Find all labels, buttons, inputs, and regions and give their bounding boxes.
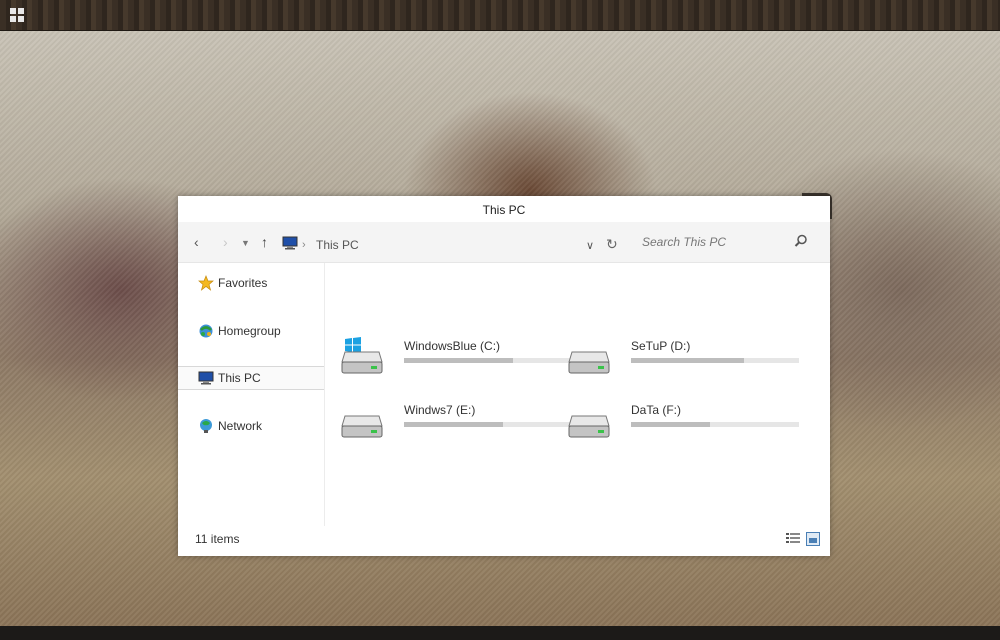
hard-drive-icon	[341, 351, 383, 374]
search-icon[interactable]	[794, 234, 808, 248]
homegroup-icon	[199, 324, 213, 338]
computer-icon	[282, 236, 298, 250]
sidebar-item-favorites[interactable]: Favorites	[178, 272, 324, 294]
large-icons-view-icon[interactable]	[806, 532, 820, 546]
star-icon	[198, 275, 214, 291]
sidebar-item-this-pc[interactable]: This PC	[178, 366, 324, 390]
sidebar-item-homegroup[interactable]: Homegroup	[178, 320, 324, 342]
breadcrumb[interactable]: This PC	[316, 238, 359, 252]
hard-drive-icon	[341, 415, 383, 438]
window-title: This PC	[482, 203, 526, 217]
item-count: 11 items	[195, 532, 240, 546]
forward-arrow-icon[interactable]: ›	[223, 234, 228, 250]
drive-label: WindowsBlue (C:)	[404, 339, 501, 353]
sidebar-item-label: This PC	[218, 371, 261, 385]
drive-item[interactable]: Windws7 (E:)	[341, 400, 572, 450]
computer-icon	[198, 371, 214, 385]
navigation-pane: Favorites Homegroup This PC Network	[178, 263, 325, 526]
drive-label: Windws7 (E:)	[404, 403, 476, 417]
drive-label: DaTa (F:)	[631, 403, 682, 417]
back-arrow-icon[interactable]: ‹	[194, 234, 199, 250]
hard-drive-icon	[568, 415, 610, 438]
drive-item[interactable]: SeTuP (D:)	[568, 336, 799, 386]
drive-usage-bar	[631, 422, 799, 427]
explorer-window: This PC ‹ › ▼ ↑ › This PC ∨ ↻ Favorites	[178, 196, 830, 556]
title-bar[interactable]: This PC	[178, 196, 830, 222]
sidebar-item-label: Homegroup	[218, 324, 281, 338]
bottom-taskbar	[0, 626, 1000, 640]
drive-usage-bar	[404, 422, 572, 427]
taskbar	[0, 0, 1000, 31]
start-button-icon[interactable]	[10, 8, 24, 22]
drive-label: SeTuP (D:)	[631, 339, 691, 353]
search-box[interactable]	[630, 230, 816, 254]
sidebar-item-network[interactable]: Network	[178, 415, 324, 437]
network-icon	[200, 419, 212, 433]
status-bar: 11 items	[178, 526, 830, 556]
search-input[interactable]	[640, 234, 794, 250]
content-pane: WindowsBlue (C:) SeTuP (D:) Windws7 (E:)	[325, 263, 830, 526]
sidebar-item-label: Favorites	[218, 276, 268, 290]
address-dropdown-icon[interactable]: ∨	[586, 239, 594, 252]
breadcrumb-separator-icon: ›	[302, 239, 306, 251]
hard-drive-icon	[568, 351, 610, 374]
up-arrow-icon[interactable]: ↑	[261, 234, 268, 250]
details-view-icon[interactable]	[786, 532, 800, 546]
recent-locations-dropdown-icon[interactable]: ▼	[241, 238, 250, 248]
drive-usage-bar	[404, 358, 572, 363]
drive-item[interactable]: DaTa (F:)	[568, 400, 799, 450]
sidebar-item-label: Network	[218, 419, 263, 433]
drive-item[interactable]: WindowsBlue (C:)	[341, 336, 572, 386]
refresh-icon[interactable]: ↻	[606, 236, 618, 253]
drive-usage-bar	[631, 358, 799, 363]
